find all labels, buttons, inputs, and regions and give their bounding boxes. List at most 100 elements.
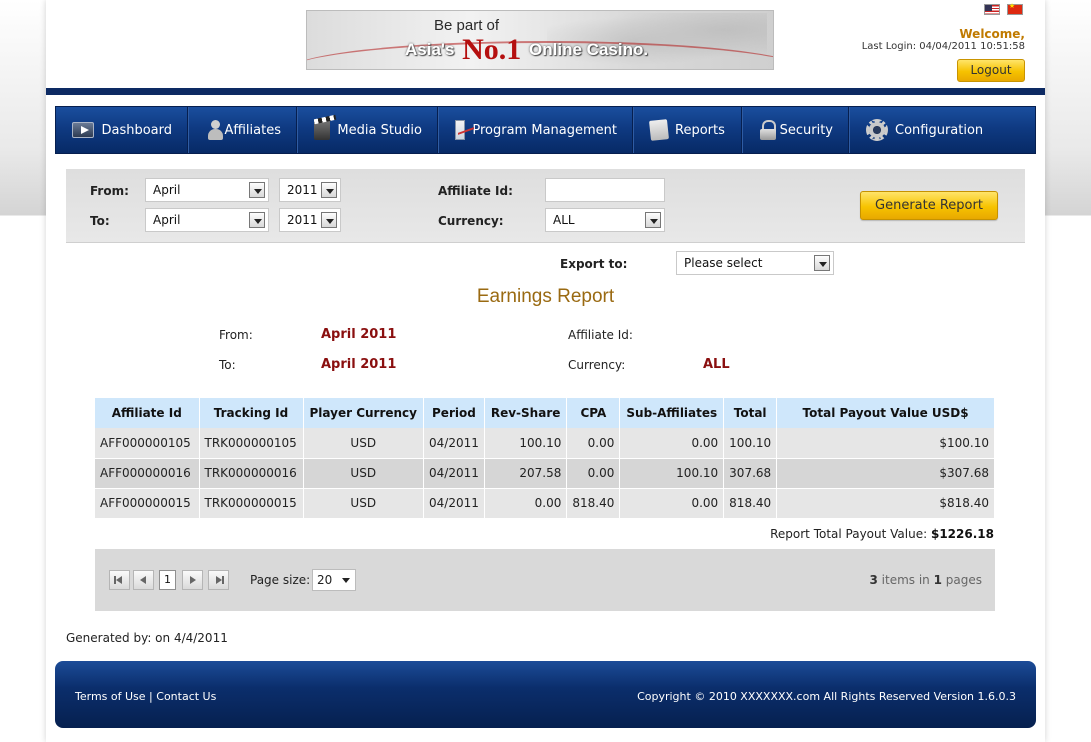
- china-flag-icon[interactable]: [1006, 2, 1023, 15]
- chevron-down-icon[interactable]: [321, 182, 337, 198]
- nav-item-affiliates[interactable]: Affiliates: [189, 107, 298, 153]
- nav-item-dashboard[interactable]: Dashboard: [56, 107, 189, 153]
- us-flag-icon[interactable]: [984, 4, 1000, 15]
- export-value: Please select: [684, 256, 763, 270]
- report-to-value: April 2011: [321, 357, 397, 372]
- clapperboard-icon: [314, 120, 331, 140]
- generate-report-button[interactable]: Generate Report: [860, 191, 998, 220]
- cell-affiliate-id: AFF000000105: [95, 428, 200, 459]
- cell-player-currency: USD: [303, 488, 424, 519]
- logout-button[interactable]: Logout: [957, 59, 1025, 82]
- cell-total: 818.40: [723, 488, 778, 519]
- pages-count: 1: [933, 573, 942, 587]
- cell-rev-share: 0.00: [484, 488, 568, 519]
- nav-label: Program Management: [472, 122, 617, 138]
- table-row: AFF000000015 TRK000000015 USD 04/2011 0.…: [95, 488, 995, 519]
- cell-period: 04/2011: [423, 428, 485, 459]
- col-sub-affiliates[interactable]: Sub-Affiliates: [619, 398, 725, 428]
- cell-rev-share: 100.10: [484, 428, 568, 459]
- chevron-down-icon[interactable]: [249, 212, 265, 228]
- from-year-select[interactable]: 2011: [279, 178, 341, 202]
- export-select[interactable]: Please select: [676, 251, 834, 275]
- currency-select[interactable]: ALL: [545, 208, 665, 232]
- user-icon: [205, 120, 224, 140]
- nav-item-media-studio[interactable]: Media Studio: [298, 107, 439, 153]
- cell-player-currency: USD: [303, 458, 424, 489]
- export-label: Export to:: [560, 257, 628, 271]
- cell-tracking-id: TRK000000105: [199, 428, 304, 459]
- from-label: From:: [90, 184, 129, 198]
- chevron-down-icon[interactable]: [249, 182, 265, 198]
- items-count: 3: [869, 573, 878, 587]
- header: Be part of Asia's No.1 Online Casino. We…: [46, 0, 1045, 88]
- gear-icon: [866, 119, 888, 141]
- report-affiliate-label: Affiliate Id:: [568, 328, 633, 342]
- from-month-value: April: [153, 183, 181, 197]
- copyright-text: Copyright © 2010 XXXXXXX.com All Rights …: [637, 690, 1016, 703]
- nav-label: Media Studio: [337, 122, 422, 138]
- current-page[interactable]: 1: [159, 570, 176, 590]
- from-year-value: 2011: [287, 183, 318, 197]
- col-player-currency[interactable]: Player Currency: [303, 398, 424, 428]
- nav-label: Affiliates: [224, 122, 281, 138]
- col-total-payout[interactable]: Total Payout Value USD$: [776, 398, 995, 428]
- cell-affiliate-id: AFF000000015: [95, 488, 200, 519]
- terms-of-use-link[interactable]: Terms of Use: [75, 690, 146, 703]
- report-from-value: April 2011: [321, 327, 397, 342]
- cell-total-payout: $307.68: [776, 458, 995, 489]
- nav-label: Dashboard: [101, 122, 172, 138]
- nav-item-reports[interactable]: Reports: [634, 107, 743, 153]
- page: Be part of Asia's No.1 Online Casino. We…: [46, 0, 1045, 742]
- footer-links: Terms of Use | Contact Us: [75, 690, 216, 703]
- report-to-label: To:: [219, 358, 236, 372]
- page-size-label: Page size:: [250, 573, 311, 587]
- pager: 1 Page size: 20 3 items in 1 pages: [95, 549, 995, 611]
- banner-line-2: Asia's No.1 Online Casino.: [405, 33, 648, 67]
- from-month-select[interactable]: April: [145, 178, 269, 202]
- cell-affiliate-id: AFF000000016: [95, 458, 200, 489]
- to-month-value: April: [153, 213, 181, 227]
- col-total[interactable]: Total: [723, 398, 778, 428]
- col-tracking-id[interactable]: Tracking Id: [199, 398, 304, 428]
- header-divider-bar: [46, 88, 1045, 95]
- cell-player-currency: USD: [303, 428, 424, 459]
- welcome-text: Welcome,: [959, 27, 1025, 41]
- col-period[interactable]: Period: [423, 398, 485, 428]
- footer: Terms of Use | Contact Us Copyright © 20…: [55, 661, 1036, 728]
- language-flags: [981, 2, 1023, 18]
- affiliate-id-input[interactable]: [545, 178, 665, 202]
- col-rev-share[interactable]: Rev-Share: [484, 398, 568, 428]
- chevron-down-icon[interactable]: [814, 255, 830, 271]
- report-total-value: $1226.18: [930, 527, 994, 541]
- nav-label: Configuration: [895, 122, 984, 138]
- to-label: To:: [90, 214, 110, 228]
- nav-item-configuration[interactable]: Configuration: [850, 107, 1035, 153]
- chevron-down-icon[interactable]: [321, 212, 337, 228]
- to-month-select[interactable]: April: [145, 208, 269, 232]
- contact-us-link[interactable]: Contact Us: [156, 690, 216, 703]
- report-title: Earnings Report: [476, 286, 615, 307]
- nav-item-security[interactable]: Security: [743, 107, 850, 153]
- currency-label: Currency:: [438, 214, 504, 228]
- table-header-row: Affiliate Id Tracking Id Player Currency…: [95, 398, 995, 428]
- page-size-select[interactable]: 20: [312, 569, 356, 591]
- chevron-down-icon[interactable]: [645, 212, 661, 228]
- pages-text: pages: [941, 573, 982, 587]
- to-year-select[interactable]: 2011: [279, 208, 341, 232]
- last-page-icon[interactable]: [208, 570, 229, 590]
- previous-page-icon[interactable]: [133, 570, 154, 590]
- cell-sub-affiliates: 100.10: [619, 458, 725, 489]
- cell-sub-affiliates: 0.00: [619, 428, 725, 459]
- report-total: Report Total Payout Value: $1226.18: [770, 527, 994, 541]
- generated-by-text: Generated by: on 4/4/2011: [66, 631, 228, 645]
- col-cpa[interactable]: CPA: [566, 398, 621, 428]
- footer-separator: |: [149, 690, 153, 703]
- cell-tracking-id: TRK000000016: [199, 458, 304, 489]
- cell-period: 04/2011: [423, 488, 485, 519]
- first-page-icon[interactable]: [109, 570, 130, 590]
- col-affiliate-id[interactable]: Affiliate Id: [95, 398, 200, 428]
- nav-label: Security: [779, 122, 833, 138]
- next-page-icon[interactable]: [182, 570, 203, 590]
- casino-banner[interactable]: Be part of Asia's No.1 Online Casino.: [306, 10, 774, 70]
- nav-item-program-management[interactable]: Program Management: [439, 107, 634, 153]
